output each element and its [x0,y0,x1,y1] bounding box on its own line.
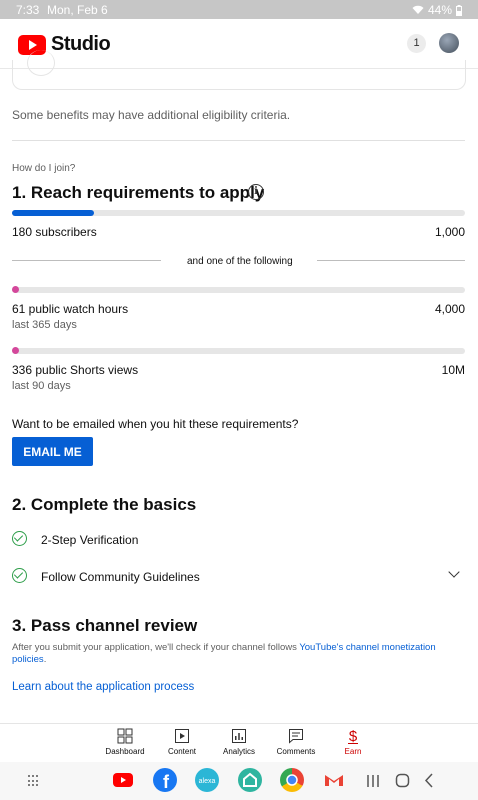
review-description: After you submit your application, we'll… [12,642,452,666]
battery-icon [456,4,462,16]
battery-percent: 44% [427,3,452,17]
svg-text:alexa: alexa [199,778,216,785]
review-description-text: After you submit your application, we'll… [12,642,300,653]
system-nav-bar: f alexa [0,762,478,800]
email-prompt: Want to be emailed when you hit these re… [12,417,299,431]
dashboard-icon [117,728,133,744]
back-icon[interactable] [424,773,434,788]
alexa-app-icon[interactable]: alexa [195,768,219,792]
comments-icon [289,729,303,744]
bottom-nav: Dashboard Content Analytics Comments $ E… [0,723,478,761]
wifi-icon [412,5,424,14]
check-circle-icon [12,568,27,583]
subscribers-current: 180 subscribers [12,225,97,239]
nav-earn-label: Earn [344,747,362,756]
card-icon-circle [27,50,55,76]
divider [12,140,465,141]
app-name: Studio [51,33,111,55]
nav-content-label: Content [167,747,197,756]
home-icon[interactable] [395,773,410,788]
svg-text:f: f [163,772,170,792]
shorts-views-current: 336 public Shorts views [12,363,139,377]
watch-hours-current: 61 public watch hours [12,302,129,316]
svg-text:$: $ [349,728,358,744]
how-to-join-label: How do I join? [12,163,76,174]
step3-title: 3. Pass channel review [12,616,198,635]
watch-hours-target: 4,000 [434,302,465,316]
app-drawer-icon[interactable] [28,775,40,787]
nav-comments[interactable]: Comments [271,728,321,756]
shorts-views-target: 10M [441,363,465,377]
benefits-note: Some benefits may have additional eligib… [12,108,291,122]
subscribers-progress-bar [12,210,465,216]
nav-earn[interactable]: $ Earn [328,728,378,756]
watch-hours-progress-bar [12,287,465,293]
review-description-end: . [43,654,47,665]
notification-badge[interactable]: 1 [407,34,426,53]
shorts-views-progress-bar [12,348,465,354]
divider-left [12,260,161,261]
subscribers-progress-fill [12,210,94,216]
shorts-views-period: last 90 days [12,380,71,392]
status-date: Mon, Feb 6 [47,3,108,17]
gmail-app-icon[interactable] [322,768,346,792]
status-bar: 7:33 Mon, Feb 6 44% [0,0,478,19]
nav-comments-label: Comments [276,747,316,756]
email-me-button[interactable]: EMAIL ME [12,437,93,466]
subscribers-target: 1,000 [434,225,465,239]
nav-dashboard-label: Dashboard [105,747,145,756]
divider-text: and one of the following [187,256,293,267]
smart-home-app-icon[interactable] [238,768,262,792]
requirement-community-guidelines[interactable]: Follow Community Guidelines [41,570,200,584]
analytics-icon [232,729,246,743]
earn-icon: $ [348,728,358,744]
step2-title: 2. Complete the basics [12,495,197,514]
nav-analytics-label: Analytics [222,747,255,756]
facebook-app-icon[interactable]: f [153,768,177,792]
watch-hours-progress-dot [12,286,19,293]
status-time: 7:33 [16,3,40,17]
info-icon[interactable]: i [248,184,264,200]
avatar[interactable] [439,33,459,53]
chevron-down-icon[interactable] [448,566,460,578]
shorts-views-progress-dot [12,347,19,354]
nav-content[interactable]: Content [157,728,207,756]
watch-hours-period: last 365 days [12,319,77,331]
learn-application-link[interactable]: Learn about the application process [12,681,194,693]
nav-dashboard[interactable]: Dashboard [100,728,150,756]
content-icon [175,729,189,743]
requirement-2sv: 2-Step Verification [41,533,139,547]
nav-analytics[interactable]: Analytics [214,728,264,756]
youtube-app-icon[interactable] [111,768,135,792]
chrome-app-icon[interactable] [280,768,304,792]
recents-icon[interactable] [366,774,380,788]
benefits-card [12,50,466,90]
check-circle-icon [12,531,27,546]
divider-right [317,260,465,261]
step1-title: 1. Reach requirements to apply [12,183,265,202]
